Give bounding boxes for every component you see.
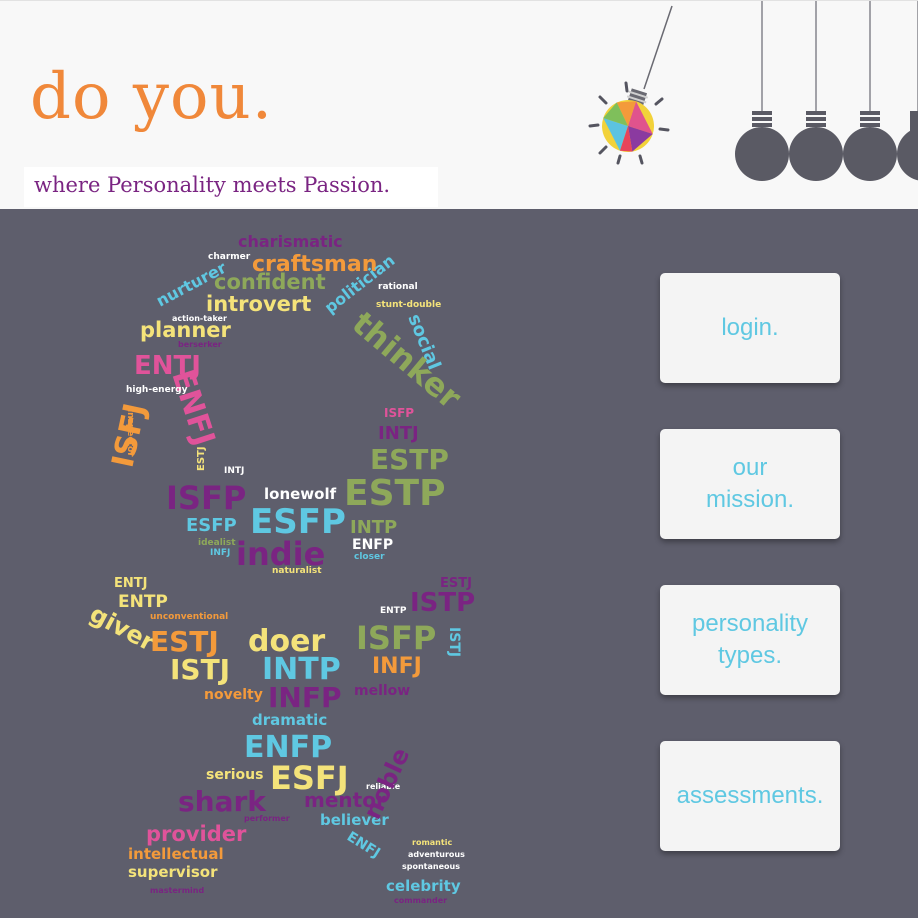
word-cloud-word: intellectual (128, 845, 224, 863)
word-cloud-word: celebrity (386, 877, 461, 895)
gray-bulb-icon (789, 1, 843, 181)
word-cloud-word: ENTP (118, 592, 168, 612)
word-cloud-word: closer (354, 552, 385, 562)
word-cloud-word: commander (394, 896, 447, 905)
word-cloud-word: ENFJ (164, 366, 221, 450)
word-cloud-word: ENFP (352, 537, 393, 553)
word-cloud-word: naturalist (272, 566, 322, 576)
hanging-bulbs-decoration (588, 1, 918, 181)
our-mission-button-label: our mission. (705, 454, 795, 513)
gray-bulb-icon (735, 1, 789, 181)
word-cloud-word: planner (140, 318, 232, 342)
word-cloud-word: provider (146, 822, 247, 846)
word-cloud-word: ISTJ (170, 653, 230, 686)
word-cloud-word: ISFP (356, 619, 436, 657)
gray-bulb-icon (897, 1, 918, 181)
tagline: where Personality meets Passion. (34, 173, 391, 197)
word-cloud-word: ENTP (380, 606, 407, 616)
assessments-button[interactable]: assessments. (660, 741, 840, 851)
word-cloud-word: ISTP (410, 588, 475, 618)
word-cloud-word: adventurous (408, 850, 465, 859)
word-cloud-word: dramatic (252, 711, 327, 729)
word-cloud-word: serious (206, 767, 263, 783)
word-cloud-word: INFP (268, 681, 342, 714)
word-cloud-word: INTP (350, 517, 397, 538)
word-cloud-word: ESTP (370, 443, 449, 476)
word-cloud-word: supervisor (128, 863, 218, 881)
word-cloud-word: berserker (178, 340, 222, 349)
brand-title[interactable]: do you. (30, 65, 273, 129)
word-cloud-word: charismatic (238, 232, 343, 251)
word-cloud-word: unconventional (150, 612, 228, 622)
word-cloud-word: INTJ (378, 423, 419, 444)
word-cloud-word: performer (244, 814, 290, 823)
word-cloud-word: mellow (354, 683, 410, 699)
word-cloud-word: ENFJ (344, 829, 383, 862)
word-cloud-word: INFJ (210, 548, 230, 558)
word-cloud-word: mastermind (150, 886, 204, 895)
word-cloud-word: spontaneous (402, 862, 460, 871)
tagline-banner: where Personality meets Passion. (24, 167, 438, 207)
word-cloud-word: ESTP (344, 473, 445, 514)
word-cloud-word: ISFP (166, 479, 246, 517)
word-cloud-word: ISFP (384, 406, 414, 420)
word-cloud-word: stunt-double (376, 300, 441, 310)
login-button[interactable]: login. (660, 273, 840, 383)
word-cloud-word: introvert (206, 292, 311, 316)
assessments-button-label: assessments. (676, 782, 824, 809)
word-cloud-word: INFJ (372, 654, 422, 679)
word-cloud-word: ISFJ (106, 400, 154, 470)
word-cloud-word: romantic (412, 838, 452, 847)
swinging-lightbulb-icon (588, 5, 673, 165)
word-cloud-word: lonewolf (264, 485, 337, 503)
main-panel: charismatic charmer craftsman nurturer confi… (0, 209, 918, 918)
personality-types-button-label: personality types. (691, 610, 809, 669)
our-mission-button[interactable]: our mission. (660, 429, 840, 539)
login-button-label: login. (721, 314, 779, 341)
word-cloud-word: INTJ (224, 466, 244, 476)
personality-word-cloud: charismaticcharmer craftsmannurturerconfi… (85, 232, 475, 905)
word-cloud-word: ESTJ (196, 446, 207, 471)
word-cloud-word: idealist (198, 538, 236, 548)
word-cloud-word: ESFP (186, 515, 237, 536)
word-cloud-word: ISTJ (446, 627, 462, 657)
word-cloud-word: high-energy (126, 385, 188, 395)
word-cloud-word: confident (214, 270, 326, 294)
word-cloud-word: ENTJ (114, 576, 147, 591)
header: do you. where Personality meets Passion. (0, 0, 918, 210)
word-cloud-word: rational (378, 282, 418, 292)
gray-bulb-icon (843, 1, 897, 181)
personality-types-button[interactable]: personality types. (660, 585, 840, 695)
word-cloud-word: novelty (204, 687, 263, 703)
